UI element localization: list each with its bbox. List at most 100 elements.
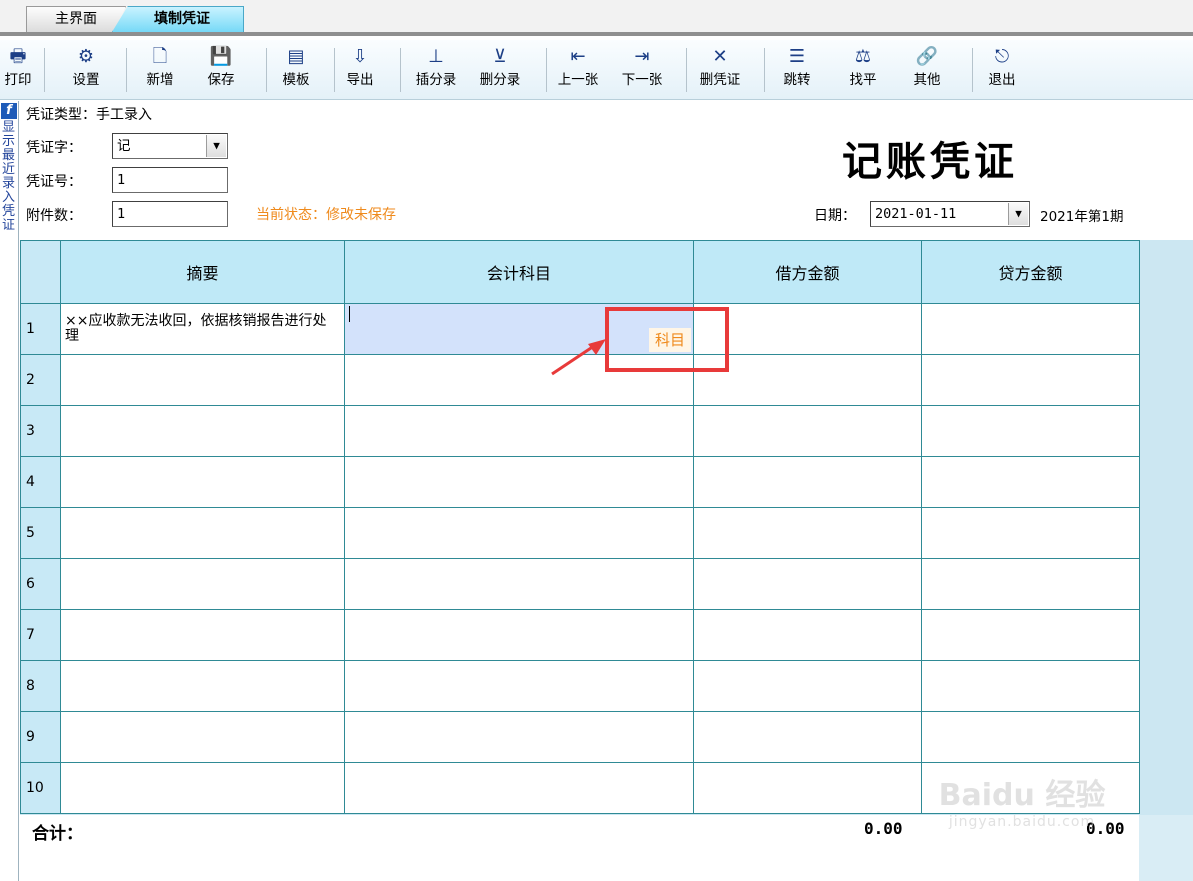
tab-main-interface[interactable]: 主界面 <box>26 6 126 32</box>
toolbar-button-label: 下一张 <box>621 72 663 88</box>
voucher-header: 凭证类型：手工录入 凭证字： 记 ▼ 凭证号： 1 附件数： 1 当前状态：修改… <box>20 101 1193 240</box>
delete-row-button[interactable]: ⊻ 删分录 <box>470 44 530 96</box>
attachment-count-field[interactable]: 1 <box>112 201 228 227</box>
voucher-number-field[interactable]: 1 <box>112 167 228 193</box>
credit-cell[interactable] <box>921 456 1140 508</box>
insert-row-button[interactable]: ⊥ 插分录 <box>406 44 466 96</box>
save-status-text: 当前状态：修改未保存 <box>256 207 396 223</box>
credit-cell[interactable] <box>921 405 1140 457</box>
delete-row-icon: ⊻ <box>493 46 507 67</box>
voucher-word-label: 凭证字： <box>26 140 82 156</box>
voucher-word-select[interactable]: 记 ▼ <box>112 133 228 159</box>
other-button[interactable]: 🔗 其他 <box>902 44 952 96</box>
table-row[interactable]: 8 <box>20 660 1140 712</box>
table-row[interactable]: 3 <box>20 405 1140 457</box>
row-number: 5 <box>20 507 61 559</box>
attachment-count-value: 1 <box>117 206 126 222</box>
summary-cell[interactable] <box>60 558 345 610</box>
printer-button[interactable]: 🖶 打印 <box>4 44 32 96</box>
chevron-down-icon[interactable]: ▼ <box>1008 203 1028 225</box>
table-row[interactable]: 10 <box>20 762 1140 814</box>
summary-cell[interactable] <box>60 762 345 814</box>
column-header-credit: 贷方金额 <box>921 240 1140 304</box>
new-doc-button[interactable]: 🗋 新增 <box>136 44 184 96</box>
credit-cell[interactable] <box>921 558 1140 610</box>
app-logo-icon: f <box>1 103 17 119</box>
column-header-account: 会计科目 <box>344 240 694 304</box>
totals-row: 合计： 0.00 0.00 <box>20 815 1139 881</box>
voucher-type-label: 凭证类型：手工录入 <box>26 107 152 123</box>
debit-cell[interactable] <box>693 711 922 763</box>
summary-cell[interactable] <box>60 507 345 559</box>
voucher-word-value: 记 <box>117 138 131 154</box>
account-cell[interactable] <box>344 558 694 610</box>
annotation-arrow-icon <box>551 339 606 376</box>
debit-cell[interactable] <box>693 762 922 814</box>
account-cell[interactable] <box>344 660 694 712</box>
delete-voucher-icon: ✕ <box>712 46 728 67</box>
credit-cell[interactable] <box>921 354 1140 406</box>
export-button[interactable]: ⇩ 导出 <box>338 44 382 96</box>
summary-cell[interactable] <box>60 711 345 763</box>
table-row[interactable]: 9 <box>20 711 1140 763</box>
tab-fill-voucher[interactable]: 填制凭证 <box>112 6 244 32</box>
debit-cell[interactable] <box>693 456 922 508</box>
credit-cell[interactable] <box>921 609 1140 661</box>
summary-cell[interactable] <box>60 660 345 712</box>
account-cell[interactable] <box>344 405 694 457</box>
left-side-panel[interactable]: f 显示最近录入凭证 <box>0 101 19 881</box>
account-cell[interactable] <box>344 507 694 559</box>
total-label: 合计： <box>32 824 83 844</box>
toolbar-button-label: 其他 <box>913 72 941 88</box>
credit-cell[interactable] <box>921 660 1140 712</box>
debit-cell[interactable] <box>693 660 922 712</box>
chevron-down-icon[interactable]: ▼ <box>206 135 226 157</box>
account-cell[interactable] <box>344 456 694 508</box>
debit-cell[interactable] <box>693 507 922 559</box>
settings-button[interactable]: ⚙ 设置 <box>62 44 110 96</box>
credit-cell[interactable] <box>921 762 1140 814</box>
summary-cell[interactable] <box>60 405 345 457</box>
toolbar-separator <box>764 48 765 92</box>
toolbar-separator <box>400 48 401 92</box>
recent-vouchers-toggle[interactable]: 显示最近录入凭证 <box>2 121 18 233</box>
attachment-count-label: 附件数： <box>26 208 82 224</box>
exit-button[interactable]: ⎋ 退出 <box>972 44 1032 96</box>
toolbar-separator <box>686 48 687 92</box>
annotation-highlight-box <box>605 307 729 372</box>
delete-voucher-button[interactable]: ✕ 删凭证 <box>690 44 750 96</box>
table-row[interactable]: 6 <box>20 558 1140 610</box>
date-picker[interactable]: 2021-01-11 ▼ <box>870 201 1030 227</box>
summary-cell[interactable] <box>60 456 345 508</box>
account-cell[interactable] <box>344 711 694 763</box>
debit-cell[interactable] <box>693 405 922 457</box>
summary-cell[interactable] <box>60 354 345 406</box>
toolbar-button-label: 新增 <box>146 72 174 88</box>
total-credit: 0.00 <box>1086 819 1125 838</box>
table-row[interactable]: 7 <box>20 609 1140 661</box>
date-value: 2021-01-11 <box>875 206 957 222</box>
toolbar-button-label: 模板 <box>282 72 310 88</box>
table-row[interactable]: 5 <box>20 507 1140 559</box>
account-cell[interactable] <box>344 609 694 661</box>
toolbar-button-label: 导出 <box>346 72 374 88</box>
debit-cell[interactable] <box>693 558 922 610</box>
toolbar-button-label: 插分录 <box>415 72 457 88</box>
summary-cell[interactable]: ××应收款无法收回，依据核销报告进行处理 <box>60 303 345 355</box>
summary-cell[interactable] <box>60 609 345 661</box>
debit-cell[interactable] <box>693 609 922 661</box>
jump-button[interactable]: ☰ 跳转 <box>772 44 822 96</box>
credit-cell[interactable] <box>921 303 1140 355</box>
toolbar-separator <box>546 48 547 92</box>
credit-cell[interactable] <box>921 711 1140 763</box>
balance-button[interactable]: ⚖ 找平 <box>838 44 888 96</box>
account-cell[interactable] <box>344 762 694 814</box>
prev-button[interactable]: ⇤ 上一张 <box>548 44 608 96</box>
save-button[interactable]: 💾 保存 <box>196 44 246 96</box>
template-button[interactable]: ▤ 模板 <box>270 44 322 96</box>
table-row[interactable]: 4 <box>20 456 1140 508</box>
next-button[interactable]: ⇥ 下一张 <box>612 44 672 96</box>
credit-cell[interactable] <box>921 507 1140 559</box>
row-number: 1 <box>20 303 61 355</box>
toolbar-button-label: 退出 <box>988 72 1016 88</box>
